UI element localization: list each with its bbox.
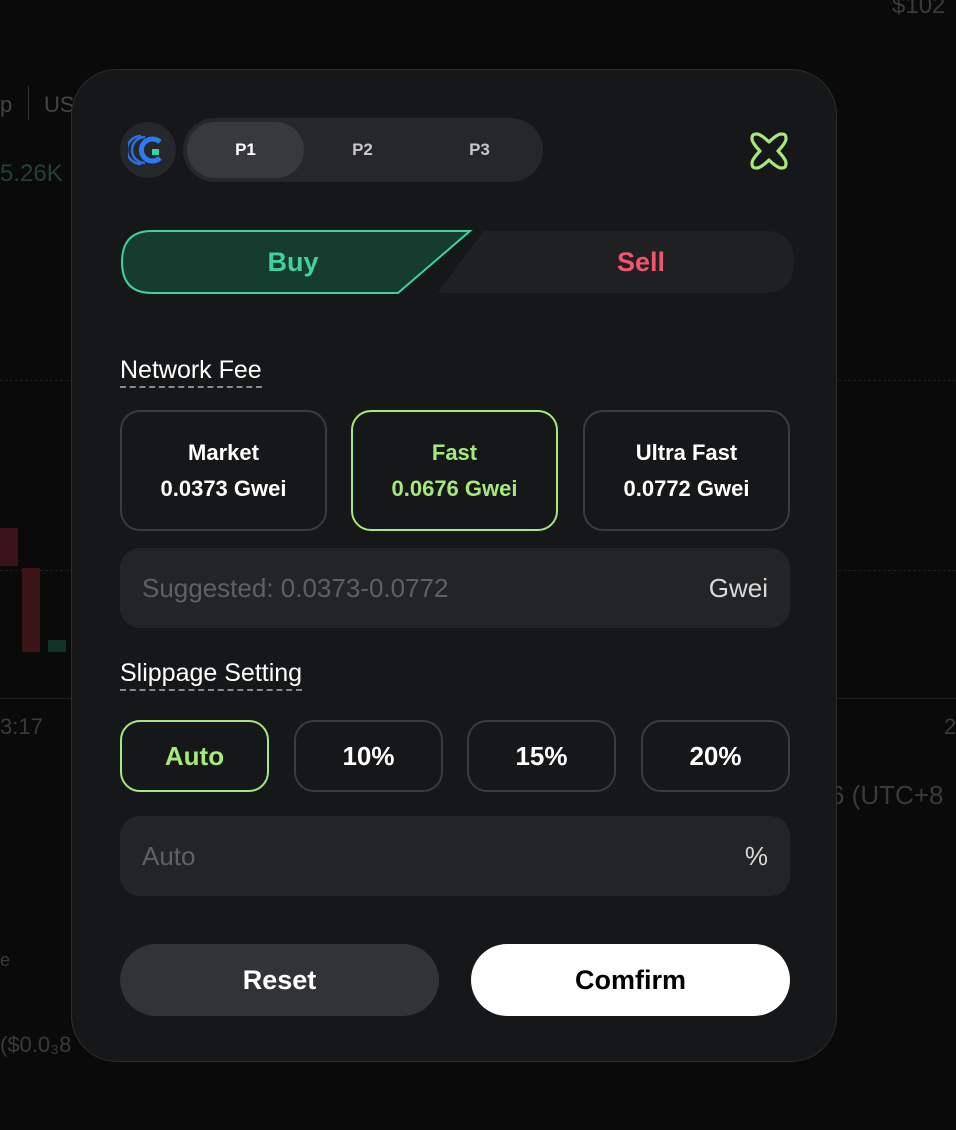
- slippage-option-10[interactable]: 10%: [294, 720, 443, 792]
- fee-option-market[interactable]: Market 0.0373 Gwei: [120, 410, 327, 531]
- slippage-setting-label[interactable]: Slippage Setting: [120, 658, 303, 691]
- network-fee-unit: Gwei: [708, 572, 768, 603]
- buy-button[interactable]: Buy: [120, 229, 466, 295]
- bg-timezone: 6 (UTC+8: [830, 780, 944, 810]
- bg-candle: [48, 640, 66, 652]
- preset-tabs: P1 P2 P3: [183, 118, 543, 182]
- fee-option-value: 0.0772 Gwei: [623, 475, 750, 501]
- fee-option-ultra-fast[interactable]: Ultra Fast 0.0772 Gwei: [583, 410, 790, 531]
- buy-sell-toggle: Buy Sell: [120, 229, 796, 295]
- slippage-option-auto[interactable]: Auto: [120, 720, 269, 792]
- app-logo-icon: [128, 134, 162, 166]
- reset-button[interactable]: Reset: [120, 944, 439, 1016]
- bg-candle: [22, 568, 40, 652]
- bg-price-small: ($0.0₃8: [0, 1032, 72, 1057]
- slippage-input[interactable]: [142, 840, 745, 872]
- bg-divider: [28, 86, 29, 120]
- slippage-option-15[interactable]: 15%: [467, 720, 616, 792]
- bg-tab-label: p: [0, 92, 13, 117]
- bg-time-label: 3:17: [0, 714, 43, 739]
- fee-option-value: 0.0373 Gwei: [160, 475, 287, 501]
- slippage-option-20[interactable]: 20%: [641, 720, 790, 792]
- trade-settings-modal: P1 P2 P3 Buy Sell Network Fee Market 0.0…: [71, 69, 837, 1062]
- close-icon: [750, 132, 788, 170]
- bg-time-label: 2: [944, 714, 956, 739]
- bg-candle: [0, 528, 18, 566]
- network-fee-label[interactable]: Network Fee: [120, 355, 262, 388]
- bg-currency-label: US: [44, 92, 75, 117]
- confirm-button[interactable]: Comfirm: [471, 944, 790, 1016]
- fee-option-name: Fast: [431, 439, 478, 465]
- bg-price: $102: [892, 0, 946, 19]
- network-fee-input[interactable]: [142, 572, 709, 604]
- fee-option-fast[interactable]: Fast 0.0676 Gwei: [351, 410, 558, 531]
- slippage-input-box: %: [120, 816, 790, 896]
- bg-label: e: [0, 950, 11, 970]
- close-button[interactable]: [748, 130, 790, 172]
- sell-button[interactable]: Sell: [486, 229, 796, 295]
- fee-option-value: 0.0676 Gwei: [391, 475, 518, 501]
- fee-option-name: Ultra Fast: [635, 439, 738, 465]
- app-logo: [120, 122, 176, 178]
- fee-option-name: Market: [188, 439, 259, 465]
- slippage-unit: %: [744, 840, 768, 871]
- tab-p1[interactable]: P1: [187, 122, 304, 178]
- bg-volume: 5.26K: [0, 160, 63, 187]
- network-fee-input-box: Gwei: [120, 548, 790, 628]
- tab-p3[interactable]: P3: [421, 122, 538, 178]
- tab-p2[interactable]: P2: [304, 122, 421, 178]
